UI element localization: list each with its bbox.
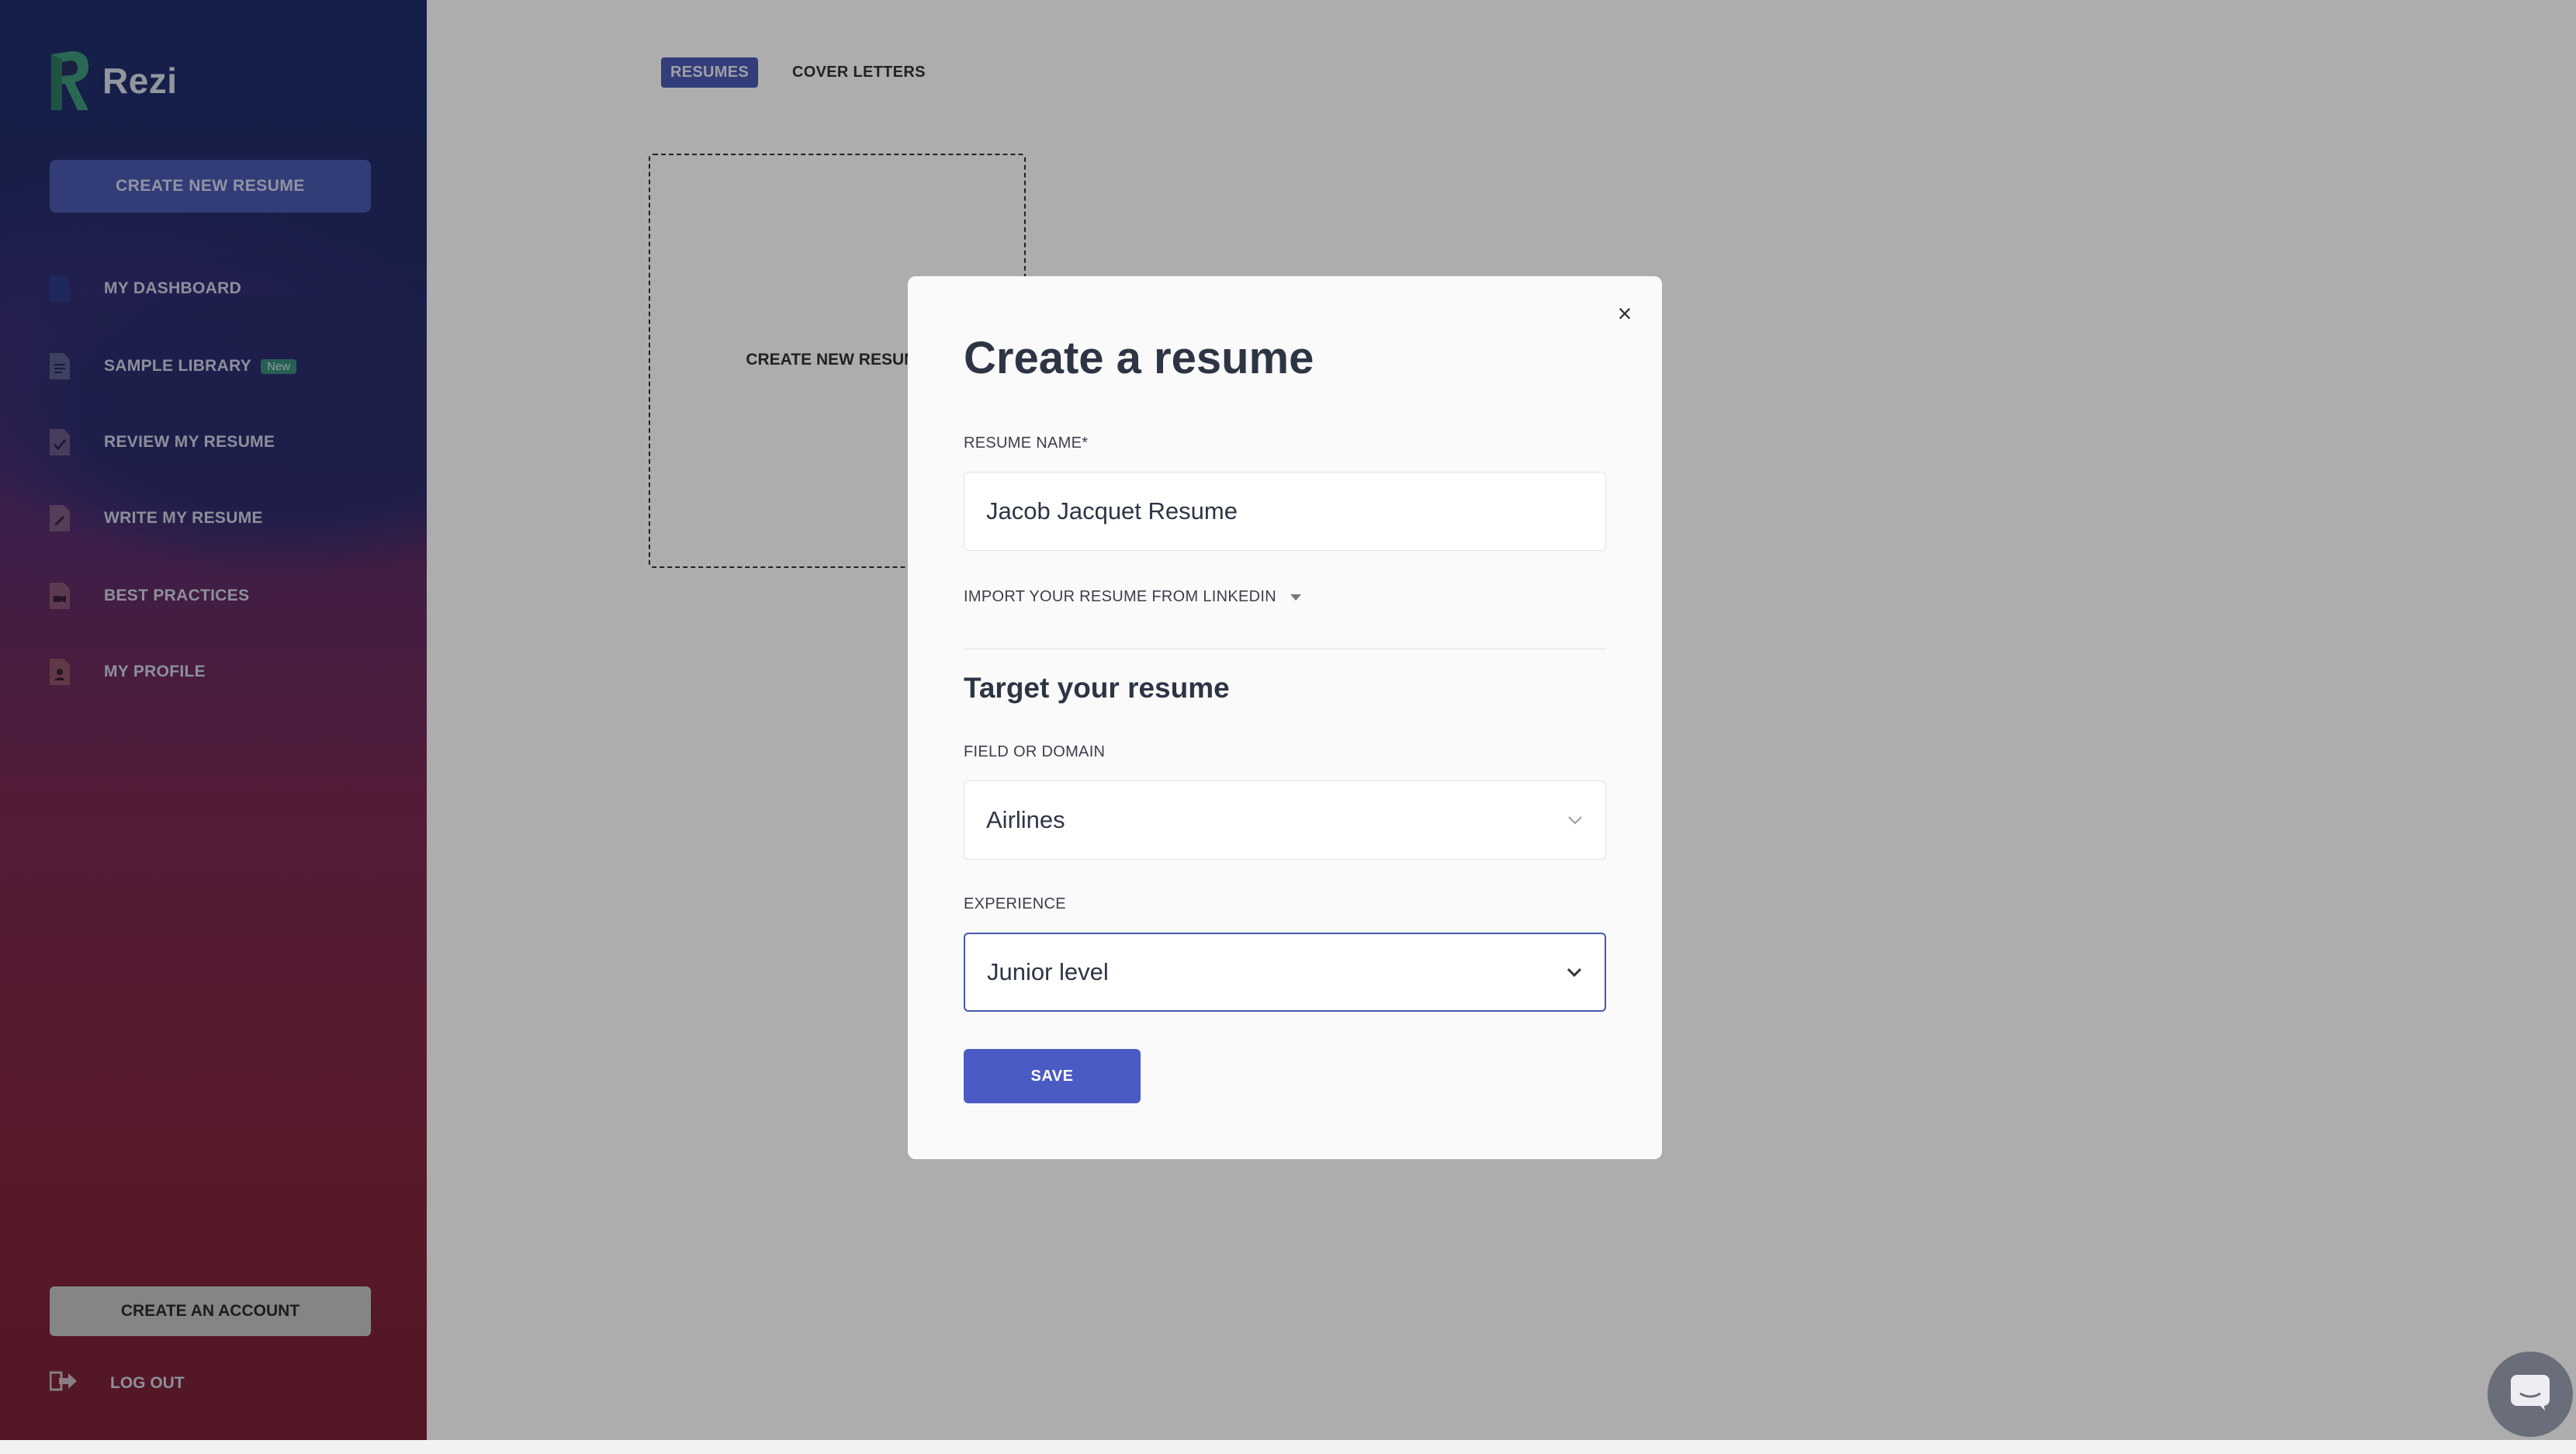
chevron-down-icon	[1567, 812, 1584, 829]
experience-label: EXPERIENCE	[964, 895, 1066, 912]
resume-name-input[interactable]	[964, 472, 1606, 551]
experience-value: Junior level	[987, 958, 1109, 985]
chat-bubble-icon	[2509, 1373, 2551, 1416]
field-domain-select[interactable]: Airlines	[964, 781, 1606, 860]
resume-name-label: RESUME NAME*	[964, 434, 1089, 452]
modal-title: Create a resume	[964, 333, 1314, 383]
close-icon[interactable]: ×	[1611, 299, 1639, 327]
bottom-strip	[0, 1440, 2576, 1454]
linkedin-import-toggle[interactable]: IMPORT YOUR RESUME FROM LINKEDIN	[964, 588, 1301, 606]
create-resume-modal: × Create a resume RESUME NAME* IMPORT YO…	[908, 276, 1662, 1159]
save-button[interactable]: SAVE	[964, 1049, 1141, 1103]
caret-down-icon	[1290, 594, 1301, 601]
target-section-title: Target your resume	[964, 672, 1230, 704]
field-domain-value: Airlines	[986, 806, 1065, 833]
field-domain-label: FIELD OR DOMAIN	[964, 743, 1106, 760]
chat-launcher-button[interactable]	[2488, 1352, 2573, 1437]
linkedin-import-label: IMPORT YOUR RESUME FROM LINKEDIN	[964, 588, 1276, 605]
chevron-down-icon	[1566, 964, 1583, 981]
experience-select[interactable]: Junior level	[964, 933, 1606, 1012]
